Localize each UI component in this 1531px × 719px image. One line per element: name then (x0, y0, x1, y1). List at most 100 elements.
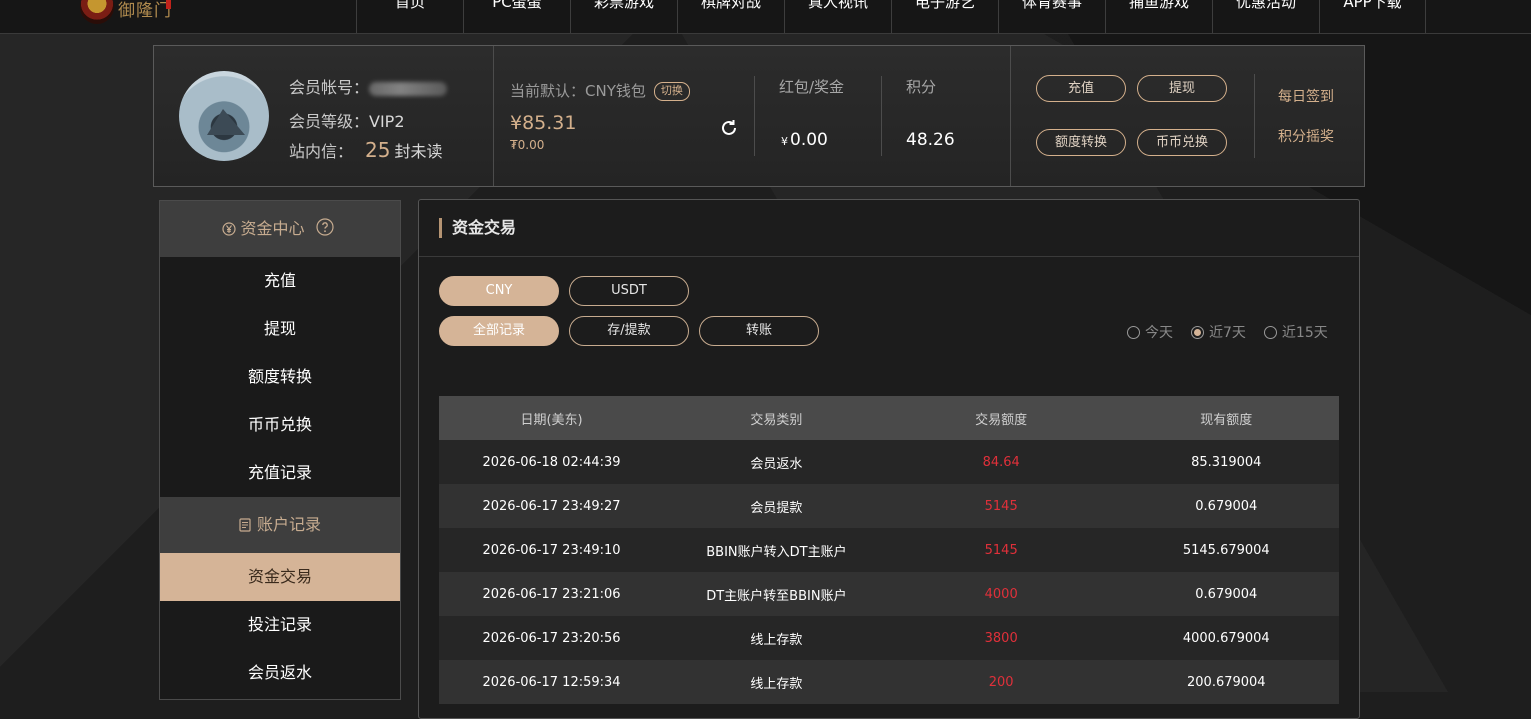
nav-item-slots[interactable]: 电子游艺 (891, 0, 998, 33)
tab-deposit-withdraw[interactable]: 存/提款 (569, 316, 689, 346)
sidebar-item-recharge[interactable]: 充值 (160, 257, 400, 305)
default-wallet: 当前默认：CNY钱包 切换 (510, 80, 690, 101)
nav-item-fishing[interactable]: 捕鱼游戏 (1105, 0, 1212, 33)
sidebar-section-label: 账户记录 (256, 515, 321, 534)
nav-item-card-games[interactable]: 棋牌对战 (677, 0, 784, 33)
help-icon[interactable] (315, 218, 334, 236)
site-logo[interactable]: 御隆门 (80, 0, 175, 24)
sidebar-item-recharge-records[interactable]: 充值记录 (160, 449, 400, 497)
table-row: 2026-06-17 23:49:27 会员提款 5145 0.679004 (439, 484, 1339, 528)
cell-type: 会员返水 (664, 440, 889, 484)
sidebar-item-exchange[interactable]: 币币兑换 (160, 401, 400, 449)
tab-usdt[interactable]: USDT (569, 276, 689, 306)
table-header: 日期(美东) 交易类别 交易额度 现有额度 (439, 396, 1339, 440)
sidebar-item-transfer[interactable]: 额度转换 (160, 353, 400, 401)
cell-amount: 5145 (888, 528, 1114, 572)
daily-checkin-link[interactable]: 每日签到 (1278, 86, 1334, 106)
cell-amount: 4000 (888, 572, 1114, 616)
unread-suffix: 封未读 (394, 142, 443, 161)
column-balance: 现有额度 (1113, 396, 1339, 440)
page-title: 资金交易 (439, 218, 516, 238)
yen-icon (222, 222, 237, 236)
cell-balance: 0.679004 (1113, 572, 1339, 616)
cell-type: 会员提款 (664, 484, 889, 528)
wallet-label: 当前默认：CNY钱包 (510, 82, 646, 100)
divider (493, 46, 494, 186)
top-navigation: 御隆门 首页 PC蛋蛋 彩票游戏 棋牌对战 真人视讯 电子游艺 体育赛事 捕鱼游… (0, 0, 1531, 34)
cell-date: 2026-06-17 12:59:34 (439, 660, 665, 704)
points-value: 48.26 (906, 130, 955, 150)
logo-emblem-icon (80, 0, 114, 24)
main-panel: 资金交易 CNY USDT 全部记录 存/提款 转账 今天 近7天 近15天 日… (418, 199, 1360, 719)
divider (1254, 74, 1255, 158)
bonus-label: 红包/奖金 (779, 78, 845, 96)
sidebar-item-withdraw[interactable]: 提现 (160, 305, 400, 353)
cell-amount: 5145 (888, 484, 1114, 528)
tab-all-records[interactable]: 全部记录 (439, 316, 559, 346)
cell-date: 2026-06-18 02:44:39 (439, 440, 665, 484)
tab-cny[interactable]: CNY (439, 276, 559, 306)
logo-text: 御隆门 (118, 1, 172, 21)
sidebar-section-account-records: 账户记录 (160, 497, 400, 553)
transfer-button[interactable]: 额度转换 (1036, 129, 1126, 156)
nav-item-app-download[interactable]: APP下载 (1319, 0, 1426, 33)
nav-item-home[interactable]: 首页 (356, 0, 463, 33)
range-7-days[interactable]: 近7天 (1191, 322, 1246, 342)
cell-type: DT主账户转至BBIN账户 (664, 572, 889, 616)
wallet-usdt-balance: ₮0.00 (510, 138, 545, 152)
sidebar-item-rebate[interactable]: 会员返水 (160, 649, 400, 697)
cell-balance: 4000.679004 (1113, 616, 1339, 660)
cell-date: 2026-06-17 23:49:10 (439, 528, 665, 572)
cell-amount: 84.64 (888, 440, 1114, 484)
refresh-icon[interactable] (719, 118, 739, 138)
column-amount: 交易额度 (888, 396, 1114, 440)
column-date: 日期(美东) (439, 396, 665, 440)
divider (419, 256, 1359, 257)
table-row: 2026-06-17 23:21:06 DT主账户转至BBIN账户 4000 0… (439, 572, 1339, 616)
message-row[interactable]: 站内信： 25 封未读 (289, 138, 442, 162)
nav-item-promotions[interactable]: 优惠活动 (1212, 0, 1319, 33)
sidebar-section-label: 资金中心 (240, 219, 305, 238)
points-label: 积分 (906, 78, 937, 96)
bonus-value: ¥0.00 (781, 130, 828, 150)
divider (881, 76, 882, 156)
range-15-days[interactable]: 近15天 (1263, 322, 1328, 342)
cell-type: 线上存款 (664, 660, 889, 704)
table-row: 2026-06-17 12:59:34 线上存款 200 200.679004 (439, 660, 1339, 704)
cell-date: 2026-06-17 23:49:27 (439, 484, 665, 528)
cell-balance: 200.679004 (1113, 660, 1339, 704)
divider (1010, 46, 1011, 186)
tab-transfer[interactable]: 转账 (699, 316, 819, 346)
cell-balance: 5145.679004 (1113, 528, 1339, 572)
sidebar-item-bet-records[interactable]: 投注记录 (160, 601, 400, 649)
recharge-button[interactable]: 充值 (1036, 75, 1126, 102)
sidebar-item-fund-transactions[interactable]: 资金交易 (160, 553, 400, 601)
nav-menu: 首页 PC蛋蛋 彩票游戏 棋牌对战 真人视讯 电子游艺 体育赛事 捕鱼游戏 优惠… (356, 0, 1426, 33)
nav-item-sports[interactable]: 体育赛事 (998, 0, 1105, 33)
cell-type: 线上存款 (664, 616, 889, 660)
table-row: 2026-06-17 23:20:56 线上存款 3800 4000.67900… (439, 616, 1339, 660)
table-row: 2026-06-18 02:44:39 会员返水 84.64 85.319004 (439, 440, 1339, 484)
cell-type: BBIN账户转入DT主账户 (664, 528, 889, 572)
account-row: 会员帐号： (289, 74, 448, 98)
exchange-button[interactable]: 币币兑换 (1137, 129, 1227, 156)
cell-date: 2026-06-17 23:21:06 (439, 572, 665, 616)
range-today[interactable]: 今天 (1127, 322, 1173, 342)
logo-seal-icon (166, 0, 171, 9)
sidebar-section-fund-center: 资金中心 (160, 201, 400, 257)
switch-wallet-button[interactable]: 切换 (653, 82, 690, 101)
withdraw-button[interactable]: 提现 (1137, 75, 1227, 102)
cell-balance: 85.319004 (1113, 440, 1339, 484)
nav-item-live-casino[interactable]: 真人视讯 (784, 0, 891, 33)
nav-item-pc-egg[interactable]: PC蛋蛋 (463, 0, 570, 33)
cell-balance: 0.679004 (1113, 484, 1339, 528)
level-row: 会员等级：VIP2 (289, 108, 405, 132)
unread-count: 25 (365, 138, 391, 162)
level-label: 会员等级： (289, 112, 370, 131)
cell-date: 2026-06-17 23:20:56 (439, 616, 665, 660)
nav-item-lottery[interactable]: 彩票游戏 (570, 0, 677, 33)
table-row: 2026-06-17 23:49:10 BBIN账户转入DT主账户 5145 5… (439, 528, 1339, 572)
points-lottery-link[interactable]: 积分摇奖 (1278, 126, 1334, 146)
wallet-balance: ¥85.31 (510, 112, 577, 134)
radio-icon (1263, 325, 1277, 339)
